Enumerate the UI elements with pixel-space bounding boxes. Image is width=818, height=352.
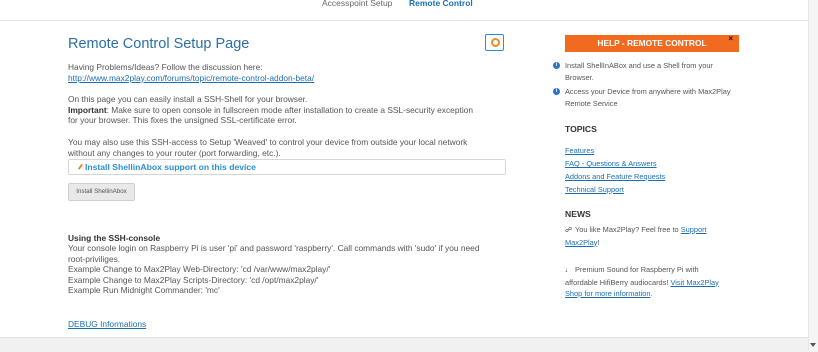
bottom-bar	[0, 337, 809, 352]
news-title: NEWS	[565, 209, 591, 219]
shop-link[interactable]: Visit Max2Play	[670, 278, 718, 287]
usage-line: Example Run Midnight Commander: 'mc'	[68, 285, 220, 296]
top-navigation: Accesspoint Setup Remote Control	[0, 0, 809, 21]
help-panel-title: HELP - REMOTE CONTROL	[597, 38, 707, 48]
topic-link-faq[interactable]: FAQ - Questions & Answers	[565, 159, 657, 169]
thumbs-up-icon: ☍	[565, 227, 573, 234]
info-icon: i	[553, 62, 560, 69]
usage-line: root-priviliges.	[68, 253, 121, 264]
shop-link[interactable]: Shop for more information	[565, 289, 650, 298]
speaker-icon: ♩	[565, 267, 572, 274]
install-section-title: Install ShellinAbox support on this devi…	[85, 162, 256, 172]
weaved-paragraph: You may also use this SSH-access to Setu…	[68, 137, 468, 158]
help-panel-header: HELP - REMOTE CONTROL ×	[565, 34, 739, 52]
pin-icon	[73, 160, 83, 170]
install-shellinabox-button[interactable]: Install ShellinAbox	[68, 183, 135, 201]
problems-paragraph: Having Problems/Ideas? Follow the discus…	[68, 62, 315, 83]
intro-paragraph: On this page you can easily install a SS…	[68, 94, 473, 126]
support-max2play-link[interactable]: Max2Play	[565, 238, 597, 247]
usage-line: Your console login on Raspberry Pi is us…	[68, 243, 480, 254]
news-item: ♩ Premium Sound for Raspberry Pi with aff…	[565, 265, 719, 298]
usage-line: Example Change to Max2Play Web-Directory…	[68, 264, 331, 275]
topics-title: TOPICS	[565, 124, 597, 134]
nav-remote-control[interactable]: Remote Control	[409, 0, 473, 10]
usage-section: Using the SSH-console Your console login…	[68, 233, 480, 295]
page-content: Remote Control Setup Page Having Problem…	[0, 21, 809, 337]
important-label: Important	[68, 104, 107, 115]
gear-icon	[491, 38, 500, 47]
debug-informations-link[interactable]: DEBUG Informations	[68, 319, 146, 329]
support-max2play-link[interactable]: Support	[681, 225, 707, 234]
forum-link[interactable]: http://www.max2play.com/forums/topic/rem…	[68, 73, 314, 83]
info-icon: i	[553, 88, 560, 95]
usage-line: Example Change to Max2Play Scripts-Direc…	[68, 274, 319, 285]
topic-link-support[interactable]: Technical Support	[565, 185, 624, 195]
page-title: Remote Control Setup Page	[68, 36, 250, 52]
close-icon[interactable]: ×	[728, 30, 733, 47]
help-toggle-button[interactable]	[485, 34, 504, 51]
scroll-down-icon[interactable]	[810, 343, 816, 347]
install-section-header[interactable]: Install ShellinAbox support on this devi…	[68, 159, 506, 175]
usage-title: Using the SSH-console	[68, 233, 161, 243]
news-item: ☍ You like Max2Play? Feel free to Support…	[565, 225, 707, 247]
nav-accesspoint-setup[interactable]: Accesspoint Setup	[322, 0, 392, 10]
topic-link-features[interactable]: Features	[565, 146, 594, 156]
topic-link-addons[interactable]: Addons and Feature Requests	[565, 172, 665, 182]
vertical-scrollbar[interactable]	[808, 0, 818, 351]
